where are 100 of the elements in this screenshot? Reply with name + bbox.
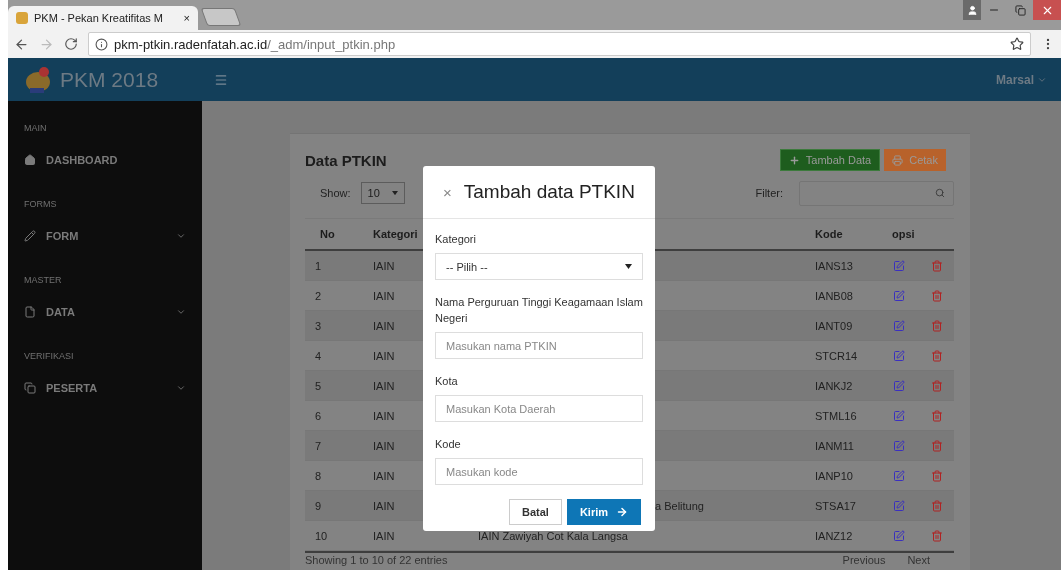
show-label: Show:: [320, 187, 351, 199]
filter-field[interactable]: [799, 180, 954, 206]
table-cell: IAIN: [373, 469, 395, 482]
table-cell: 2: [315, 289, 322, 302]
close-button[interactable]: [1033, 0, 1061, 20]
table-cell: IAIN Zawiyah Cot Kala Langsa: [478, 529, 628, 542]
sidebar-item[interactable]: DASHBOARD: [8, 151, 202, 169]
table-cell: IANT09: [815, 319, 853, 332]
table-cell: IANS13: [815, 259, 853, 272]
table-cell: 10: [315, 529, 328, 542]
table-cell: 8: [315, 469, 322, 482]
table-cell: STML16: [815, 409, 857, 422]
back-icon[interactable]: [14, 36, 29, 52]
table-cell: IANP10: [815, 469, 853, 482]
browser-tab[interactable]: PKM - Pekan Kreatifitas M ×: [8, 6, 198, 30]
trash-icon[interactable]: [931, 379, 943, 392]
forward-icon[interactable]: [39, 36, 54, 52]
column-header: No: [320, 228, 335, 240]
table-cell: STSA17: [815, 499, 856, 512]
select-field[interactable]: -- Pilih --: [435, 253, 643, 280]
field-label: Nama Perguruan Tinggi Keagamaan Islam Negeri: [435, 295, 643, 326]
plus-icon: [788, 154, 800, 166]
entries-info: Showing 1 to 10 of 22 entries: [305, 554, 448, 566]
trash-icon[interactable]: [931, 349, 943, 362]
trash-icon[interactable]: [931, 469, 943, 482]
add-data-button[interactable]: Tambah Data: [779, 149, 881, 171]
sidebar-item[interactable]: DATA: [8, 303, 202, 321]
edit-icon[interactable]: [893, 349, 905, 362]
sidebar-section-label: VERIFIKASI: [23, 351, 75, 363]
trash-icon[interactable]: [931, 529, 943, 542]
edit-icon[interactable]: [893, 529, 905, 542]
edit-icon[interactable]: [893, 319, 905, 332]
tab-close-button[interactable]: ×: [183, 12, 190, 24]
table-cell: 5: [315, 379, 322, 392]
table-cell: 6: [315, 409, 322, 422]
edit-icon[interactable]: [893, 409, 905, 422]
profile-icon[interactable]: [963, 0, 981, 20]
page-size-select[interactable]: 10: [360, 182, 405, 204]
home-icon: [24, 154, 36, 166]
edit-icon[interactable]: [893, 289, 905, 302]
table-cell: IAIN: [373, 409, 395, 422]
field-label: Kategori: [435, 232, 477, 247]
table-cell: IAIN: [373, 379, 395, 392]
table-cell: 4: [315, 349, 322, 362]
sidebar-section-label: FORMS: [23, 199, 58, 211]
filter-label: Filter:: [755, 187, 783, 199]
input-field[interactable]: Masukan Kota Daerah: [435, 395, 643, 422]
caret-icon: [625, 264, 632, 269]
pencil-icon: [24, 230, 36, 242]
sidebar-item[interactable]: FORM: [8, 227, 202, 245]
menu-icon[interactable]: [214, 72, 228, 87]
edit-icon[interactable]: [893, 439, 905, 452]
trash-icon[interactable]: [931, 499, 943, 512]
modal-title: Tambah data PTKIN: [463, 181, 635, 203]
trash-icon[interactable]: [931, 319, 943, 332]
table-cell: IANKJ2: [815, 379, 853, 392]
close-button[interactable]: ×: [443, 183, 452, 201]
restore-icon: [1014, 4, 1026, 16]
sidebar-section-label: MAIN: [23, 123, 48, 135]
table-cell: IAIN: [373, 439, 395, 452]
table-cell: IAIN: [373, 349, 395, 362]
edit-icon[interactable]: [893, 259, 905, 272]
table-cell: IAIN: [373, 319, 395, 332]
windows-icon: [24, 382, 36, 394]
cancel-button[interactable]: Batal: [508, 499, 562, 525]
table-cell: STCR14: [815, 349, 858, 362]
column-header: Kategori: [373, 228, 418, 240]
favicon-icon: [16, 12, 28, 24]
trash-icon[interactable]: [931, 409, 943, 422]
submit-button[interactable]: Kirim: [566, 499, 641, 525]
new-tab-button[interactable]: [200, 8, 242, 26]
arrow-icon: [616, 506, 628, 518]
logo-text: PKM 2018: [60, 67, 159, 92]
trash-icon[interactable]: [931, 439, 943, 452]
input-field[interactable]: Masukan kode: [435, 458, 643, 485]
bookmark-star-icon[interactable]: [1010, 37, 1024, 51]
table-cell: IANM11: [815, 439, 854, 452]
trash-icon[interactable]: [931, 289, 943, 302]
info-icon: [95, 37, 108, 51]
url-text: pkm-ptkin.radenfatah.ac.id/_adm/input_ptkin.php: [114, 36, 396, 52]
trash-icon[interactable]: [931, 259, 943, 272]
table-cell: 7: [315, 439, 322, 452]
search-icon: [935, 188, 945, 198]
printer-icon: [892, 154, 904, 166]
edit-icon[interactable]: [893, 499, 905, 512]
table-cell: IAIN: [373, 289, 395, 302]
input-field[interactable]: Masukan nama PTKIN: [435, 332, 643, 359]
previous-link[interactable]: Previous: [842, 554, 886, 566]
address-field[interactable]: pkm-ptkin.radenfatah.ac.id/_adm/input_ptkin.php: [88, 32, 1031, 56]
user-menu[interactable]: Marsal: [995, 72, 1047, 87]
table-cell: a Belitung: [655, 499, 704, 512]
table-cell: 9: [315, 499, 322, 512]
edit-icon[interactable]: [893, 469, 905, 482]
field-label: Kode: [435, 437, 462, 452]
tab-title: PKM - Pekan Kreatifitas M: [34, 12, 164, 24]
next-link[interactable]: Next: [907, 554, 930, 566]
sidebar-item[interactable]: PESERTA: [8, 379, 202, 397]
page-title: Data PTKIN: [305, 151, 387, 169]
reload-icon[interactable]: [64, 37, 78, 51]
edit-icon[interactable]: [893, 379, 905, 392]
